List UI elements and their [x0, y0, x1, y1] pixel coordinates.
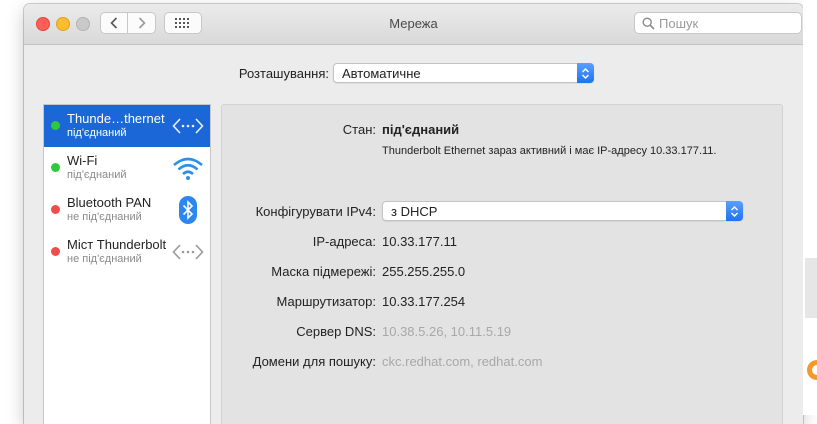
location-label: Розташування:	[238, 66, 329, 81]
search-domains-value: ckc.redhat.com, redhat.com	[382, 354, 543, 369]
subnet-mask-value: 255.255.255.0	[382, 264, 466, 279]
wifi-icon	[173, 157, 203, 180]
service-item-thunderbolt-bridge[interactable]: Міст Thunderbolt не під'єднаний	[44, 231, 210, 273]
status-dot	[51, 163, 60, 172]
configure-ipv4-label: Конфігурувати IPv4:	[255, 204, 376, 219]
subnet-mask-label: Маска підмережі:	[271, 264, 376, 279]
service-status: під'єднаний	[67, 127, 127, 139]
service-name: Міст Thunderbolt	[67, 237, 167, 252]
service-item-bluetooth-pan[interactable]: Bluetooth PAN не під'єднаний	[44, 189, 210, 231]
search-placeholder: Пошук	[659, 16, 699, 31]
status-value: під'єднаний	[382, 122, 460, 137]
service-status: не під'єднаний	[67, 211, 142, 223]
ip-address-value: 10.33.177.11	[382, 234, 457, 249]
popup-arrows-icon	[726, 201, 743, 221]
search-field[interactable]: Пошук	[634, 12, 802, 34]
router-label: Маршрутизатор:	[276, 294, 376, 309]
background-window-fragment	[805, 258, 817, 318]
status-dot	[51, 247, 60, 256]
dns-server-value: 10.38.5.26, 10.11.5.19	[382, 324, 512, 339]
location-value: Автоматичне	[342, 66, 421, 81]
ip-address-label: IP-адреса:	[312, 234, 376, 249]
service-item-thunderbolt-ethernet[interactable]: Thunde…thernet під'єднаний	[44, 105, 210, 147]
popup-arrows-icon	[577, 63, 594, 83]
title-bar: Мережа Пошук	[24, 4, 803, 45]
status-dot	[51, 121, 60, 130]
service-status: під'єднаний	[67, 169, 127, 181]
ethernet-arrows-icon	[172, 118, 204, 134]
service-name: Bluetooth PAN	[67, 195, 152, 210]
bluetooth-icon	[179, 196, 197, 224]
status-label: Стан:	[342, 122, 376, 137]
app-badge-icon	[807, 360, 817, 380]
status-dot	[51, 205, 60, 214]
search-icon	[642, 17, 655, 30]
service-name: Wi-Fi	[67, 153, 98, 168]
network-preferences-window: Мережа Пошук Розташування: Автоматичне T…	[24, 4, 803, 424]
search-domains-label: Домени для пошуку:	[252, 354, 376, 369]
service-item-wifi[interactable]: Wi-Fi під'єднаний	[44, 147, 210, 189]
service-list[interactable]: Thunde…thernet під'єднаний Wi-Fi під'єдн…	[43, 104, 211, 424]
background-window-edge	[803, 0, 817, 415]
configure-ipv4-value: з DHCP	[391, 204, 438, 219]
service-name: Thunde…thernet	[67, 111, 165, 126]
router-value: 10.33.177.254	[382, 294, 466, 309]
dns-server-label: Сервер DNS:	[296, 324, 376, 339]
status-description: Thunderbolt Ethernet зараз активний і ма…	[382, 145, 717, 157]
location-popup[interactable]: Автоматичне	[333, 63, 594, 83]
bridge-arrows-icon	[172, 244, 204, 260]
service-status: не під'єднаний	[67, 253, 142, 265]
configure-ipv4-popup[interactable]: з DHCP	[382, 201, 743, 221]
